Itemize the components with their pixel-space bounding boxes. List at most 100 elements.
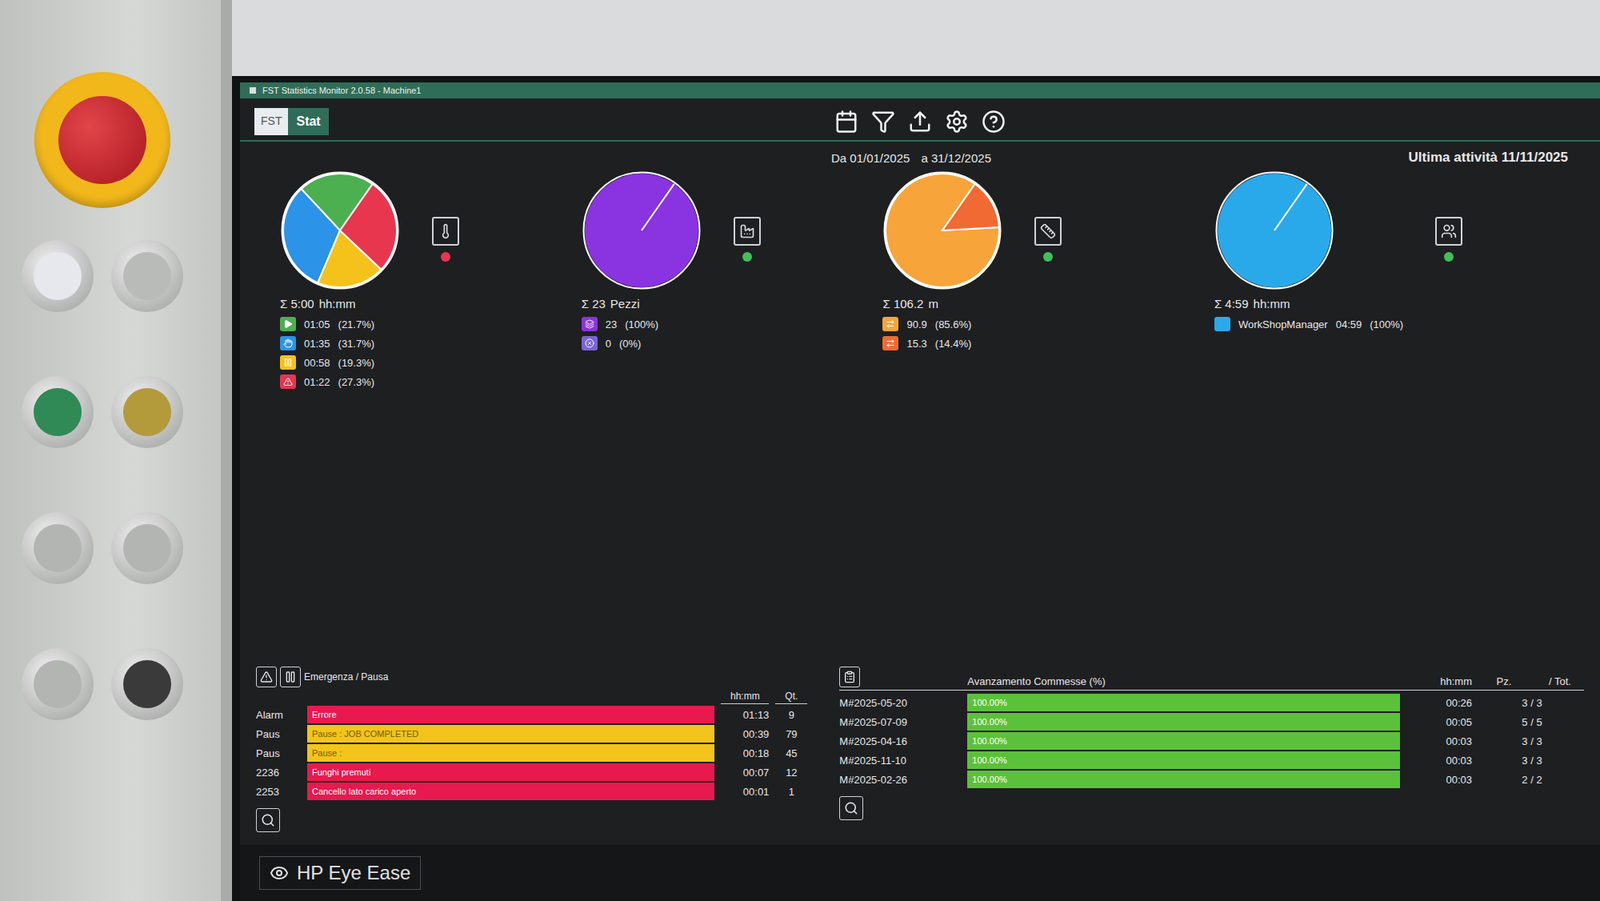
power-button[interactable] <box>21 240 94 312</box>
legend-value: 23 <box>605 318 617 331</box>
clipboard-icon <box>843 670 856 684</box>
chart-body: Σ 106.2m90.9(85.6%)15.3(14.4%) <box>882 170 1003 351</box>
legend-value: 15.3 <box>906 337 927 350</box>
alarm-bar-fill: Cancello lato carico aperto <box>307 782 715 800</box>
selector-knob[interactable] <box>111 648 184 720</box>
job-progress-bar: 100.00% <box>967 770 1400 788</box>
legend-percent: (0%) <box>619 337 641 350</box>
chart-indicator[interactable] <box>1435 216 1463 262</box>
legend-item: 90.9(85.6%) <box>882 316 1003 332</box>
legend-swatch <box>882 336 899 351</box>
alarm-search-button[interactable] <box>256 808 280 832</box>
indicator-box[interactable] <box>1034 216 1062 246</box>
monitor-bottom-bezel: HP Eye Ease <box>240 844 1600 901</box>
alarm-filter-button[interactable] <box>256 666 277 688</box>
jobs-search-button[interactable] <box>839 796 864 820</box>
chart-card: Σ 23Pezzi23(100%)0(0%) <box>581 170 884 351</box>
stat-tab[interactable]: Stat <box>288 108 328 136</box>
legend-item: 00:58(19.3%) <box>280 355 400 370</box>
legend-percent: (100%) <box>1369 318 1404 331</box>
alarm-bar-fill: Funghi premuti <box>307 763 715 781</box>
legend-swatch <box>581 316 598 332</box>
brand: FSTStat <box>254 108 835 136</box>
chart-indicator[interactable] <box>733 216 761 262</box>
column-header[interactable]: hh:mm <box>720 690 769 704</box>
legend-percent: (100%) <box>624 318 659 331</box>
legend-swatch <box>581 336 598 351</box>
charts-row: Σ 5:00hh:mm01:05(21.7%)01:35(31.7%)00:58… <box>240 165 1600 389</box>
legend-percent: (27.3%) <box>338 376 376 388</box>
panel-button[interactable] <box>21 648 94 720</box>
panel-button[interactable] <box>21 512 94 584</box>
alarm-panel-header: Emergenza / Pausa <box>256 666 808 688</box>
pie-slice <box>1217 173 1332 288</box>
warning-icon <box>283 376 293 387</box>
export-icon[interactable] <box>908 109 932 134</box>
alarm-bar: Pause : <box>307 744 715 762</box>
job-pieces: 3 / 3 <box>1480 754 1584 767</box>
panel-button[interactable] <box>111 512 184 584</box>
legend-value: 01:05 <box>304 318 331 331</box>
chart-indicator[interactable] <box>1034 216 1062 262</box>
legend-swatch <box>280 355 296 370</box>
gear-icon[interactable] <box>944 109 969 134</box>
chart-card: Σ 4:59hh:mmWorkShopManager04:59(100%) <box>1214 170 1576 332</box>
return-icon <box>885 338 896 348</box>
panel-button[interactable] <box>111 240 184 312</box>
job-pieces: 3 / 3 <box>1480 735 1584 748</box>
date-row: Da 01/01/2025a 31/12/2025Ultima attività… <box>240 141 1600 166</box>
legend-item: WorkShopManager04:59(100%) <box>1214 316 1404 332</box>
alarm-time: 00:07 <box>720 766 769 779</box>
alarm-bar-fill: Pause : <box>307 744 715 762</box>
indicator-box[interactable] <box>432 216 460 246</box>
jobs-title: Avanzamento Commesse (%) <box>967 675 1400 688</box>
alarm-qty: 45 <box>775 747 808 760</box>
indicator-box[interactable] <box>733 216 761 246</box>
pause-filter-button[interactable] <box>280 666 301 688</box>
stop-button[interactable] <box>111 376 184 448</box>
panel-buttons <box>21 240 184 720</box>
emergency-stop-mushroom[interactable] <box>58 96 147 184</box>
pause-icon <box>284 670 297 684</box>
status-dot <box>1043 252 1053 262</box>
column-header: / Tot. <box>1536 675 1584 688</box>
legend-item: 23 (100%) <box>581 316 702 332</box>
warning-icon <box>260 670 273 684</box>
indicator-box[interactable] <box>1435 216 1463 246</box>
column-header[interactable]: hh:mm <box>1408 675 1472 688</box>
layers-icon <box>584 319 595 329</box>
alarm-time: 00:18 <box>720 747 769 760</box>
jobs-button[interactable] <box>839 666 860 688</box>
help-icon[interactable] <box>981 109 1006 134</box>
app-window: FST Statistics Monitor 2.0.58 - Machine1… <box>240 82 1600 845</box>
chart-indicator[interactable] <box>432 216 460 262</box>
status-dot <box>440 252 451 262</box>
job-name: M#2025-02-26 <box>839 773 960 786</box>
date-range[interactable]: Da 01/01/2025a 31/12/2025 <box>831 151 992 165</box>
hand-icon <box>283 338 293 348</box>
job-progress-fill: 100.00% <box>967 770 1400 788</box>
legend-swatch <box>882 316 899 332</box>
job-name: M#2025-07-09 <box>839 716 960 728</box>
jobs-panel: Avanzamento Commesse (%)hh:mmPz./ Tot.M#… <box>839 666 1584 832</box>
legend-swatch <box>280 336 296 351</box>
filter-icon[interactable] <box>871 109 896 134</box>
alarm-table: hh:mmQt.AlarmErrore01:139PausPause : JOB… <box>256 690 808 800</box>
start-button[interactable] <box>21 376 94 448</box>
search-icon <box>844 800 859 816</box>
job-progress-bar: 100.00% <box>967 712 1400 731</box>
pie-chart <box>1214 170 1335 291</box>
alarm-time: 00:39 <box>720 728 769 740</box>
pie-slice <box>584 173 699 288</box>
chart-legend: 23 (100%) 0(0%) <box>581 316 702 351</box>
calendar-icon[interactable] <box>834 109 859 134</box>
alarm-code: 2236 <box>256 766 301 779</box>
legend-item: 0(0%) <box>581 336 702 351</box>
pie-slice <box>942 184 1000 231</box>
eye-ease-label: HP Eye Ease <box>259 856 421 890</box>
chart-card: Σ 106.2m90.9(85.6%)15.3(14.4%) <box>882 170 1214 351</box>
job-progress-fill: 100.00% <box>967 732 1400 750</box>
pie-chart <box>882 170 1003 291</box>
job-pieces: 2 / 2 <box>1480 773 1584 786</box>
emergency-stop[interactable] <box>34 72 171 208</box>
